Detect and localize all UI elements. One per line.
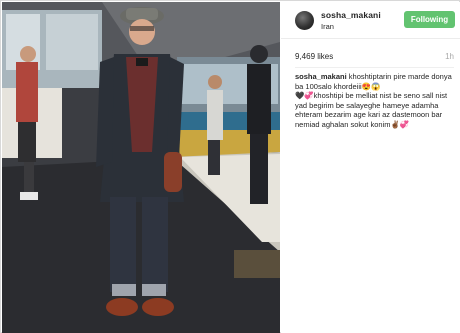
caption-text-2: 🖤💞khoshtipi be melliat nist be seno sall… [295, 91, 448, 129]
subway-platform-image [2, 2, 280, 333]
caption: sosha_makani khoshtiptarin pire marde do… [295, 72, 455, 130]
caption-line-1: sosha_makani khoshtiptarin pire marde do… [295, 72, 455, 91]
username-link[interactable]: sosha_makani [321, 10, 381, 20]
divider [295, 67, 454, 68]
caption-line-2: 🖤💞khoshtipi be melliat nist be seno sall… [295, 91, 455, 129]
post-age[interactable]: 1h [445, 52, 454, 61]
caption-username-link[interactable]: sosha_makani [295, 72, 347, 81]
avatar[interactable] [295, 11, 314, 30]
post-sidebar: sosha_makani Iran Following 9,469 likes … [281, 2, 460, 333]
following-button[interactable]: Following [404, 11, 455, 28]
likes-count[interactable]: 9,469 likes [295, 52, 333, 61]
post-header: sosha_makani Iran Following [281, 2, 460, 39]
post-photo[interactable] [2, 2, 280, 333]
instagram-post-frame: sosha_makani Iran Following 9,469 likes … [0, 0, 460, 333]
location-link[interactable]: Iran [321, 22, 334, 31]
